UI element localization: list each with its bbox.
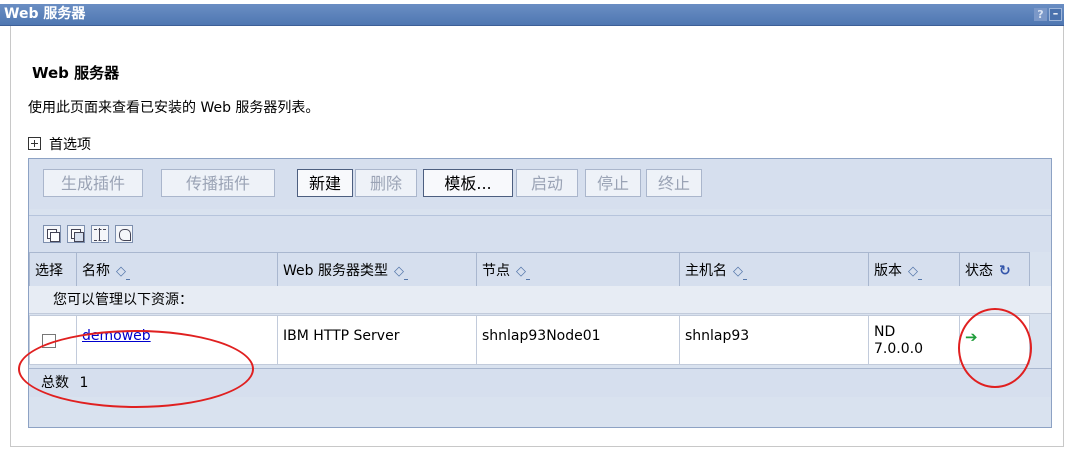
deselect-all-icon[interactable]: [67, 225, 85, 243]
show-filter-icon[interactable]: [91, 225, 109, 243]
refresh-icon[interactable]: ↻: [999, 263, 1011, 279]
new-button[interactable]: 新建: [297, 169, 353, 197]
button-toolbar: 生成插件 传播插件 新建 删除 模板... 启动 停止 终止: [29, 159, 1051, 209]
templates-button[interactable]: 模板...: [423, 169, 513, 197]
column-select: 选择: [29, 252, 77, 287]
preferences-toggle[interactable]: 首选项: [28, 134, 91, 154]
preferences-label: 首选项: [49, 137, 91, 153]
column-type[interactable]: Web 服务器类型 ◇: [277, 252, 477, 287]
propagate-plugin-button[interactable]: 传播插件: [161, 169, 275, 197]
delete-button[interactable]: 删除: [355, 169, 417, 197]
row-version-cell: ND 7.0.0.0: [868, 315, 960, 365]
sort-icon[interactable]: ◇: [116, 263, 130, 280]
annotation-ellipse: [958, 308, 1032, 388]
expand-icon[interactable]: [28, 137, 41, 150]
terminate-button[interactable]: 终止: [646, 169, 702, 197]
annotation-ellipse: [18, 330, 254, 408]
host-name: shnlap93: [685, 328, 750, 344]
sort-icon[interactable]: ◇: [733, 263, 747, 280]
column-node[interactable]: 节点 ◇: [476, 252, 680, 287]
sort-icon[interactable]: ◇: [516, 263, 530, 280]
column-version[interactable]: 版本 ◇: [868, 252, 960, 287]
generate-plugin-button[interactable]: 生成插件: [43, 169, 143, 197]
column-host[interactable]: 主机名 ◇: [679, 252, 869, 287]
stop-button[interactable]: 停止: [585, 169, 641, 197]
sort-icon[interactable]: ◇: [394, 263, 408, 280]
version-value: ND 7.0.0.0: [874, 324, 923, 357]
portlet-titlebar: Web 服务器 ? –: [0, 4, 1064, 26]
table-tools-row: [29, 215, 1051, 252]
table-header-row: 选择 名称 ◇ Web 服务器类型 ◇ 节点 ◇ 主机名 ◇ 版本 ◇ 状态 ↻: [29, 252, 1030, 287]
column-status[interactable]: 状态 ↻: [959, 252, 1030, 287]
row-type-cell: IBM HTTP Server: [277, 315, 477, 365]
row-host-cell: shnlap93: [679, 315, 869, 365]
node-name: shnlap93Node01: [482, 328, 601, 344]
page-description: 使用此页面来查看已安装的 Web 服务器列表。: [28, 100, 320, 116]
minimize-icon[interactable]: –: [1049, 8, 1062, 21]
window-title: Web 服务器: [4, 6, 86, 22]
start-button[interactable]: 启动: [516, 169, 578, 197]
row-node-cell: shnlap93Node01: [476, 315, 680, 365]
clear-filter-icon[interactable]: [115, 225, 133, 243]
sort-icon[interactable]: ◇: [908, 263, 922, 280]
page-title: Web 服务器: [32, 64, 120, 82]
server-type: IBM HTTP Server: [283, 328, 400, 344]
help-icon[interactable]: ?: [1034, 8, 1047, 21]
column-name[interactable]: 名称 ◇: [76, 252, 278, 287]
select-all-icon[interactable]: [43, 225, 61, 243]
manageable-resources-label: 您可以管理以下资源：: [29, 286, 1051, 314]
